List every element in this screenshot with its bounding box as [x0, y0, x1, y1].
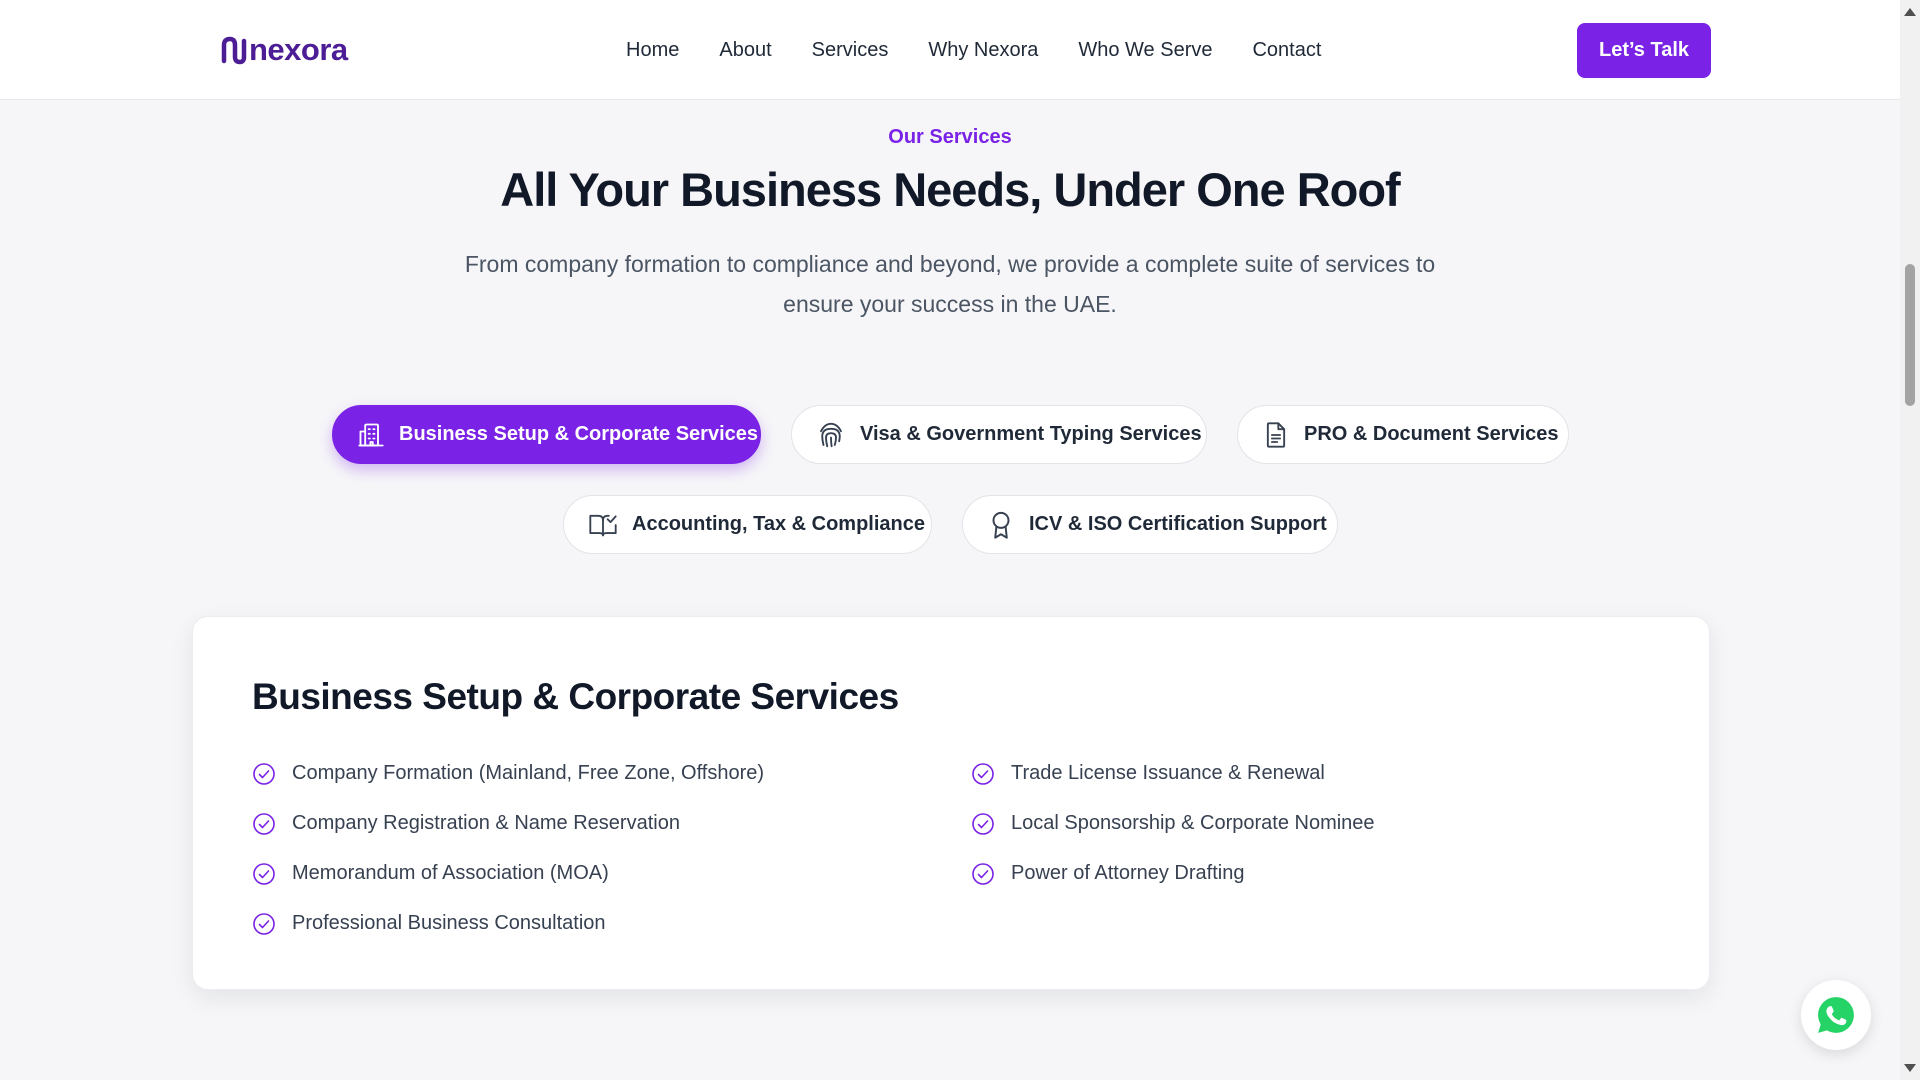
building-icon — [358, 423, 384, 446]
fingerprint-icon — [820, 422, 842, 447]
tab-label: Accounting, Tax & Compliance — [632, 513, 925, 535]
check-circle-icon — [253, 763, 275, 785]
nav-who-we-serve[interactable]: Who We Serve — [1078, 34, 1212, 66]
list-item: Company Formation (Mainland, Free Zone, … — [252, 748, 764, 798]
whatsapp-button[interactable] — [1801, 980, 1871, 1050]
section-title: All Your Business Needs, Under One Roof — [500, 163, 1400, 216]
list-item: Local Sponsorship & Corporate Nominee — [971, 798, 1375, 848]
nav-services[interactable]: Services — [812, 34, 889, 66]
award-icon — [992, 511, 1010, 539]
check-circle-icon — [972, 813, 994, 835]
scroll-down-arrow-icon[interactable] — [1904, 1064, 1916, 1072]
tab-accounting-tax[interactable]: Accounting, Tax & Compliance — [563, 495, 932, 554]
service-list-right: Trade License Issuance & Renewal Local S… — [971, 748, 1375, 898]
scrollbar-thumb[interactable] — [1905, 264, 1915, 406]
tab-label: Business Setup & Corporate Services — [399, 423, 759, 445]
tab-visa-government[interactable]: Visa & Government Typing Services — [791, 405, 1207, 464]
check-circle-icon — [972, 863, 994, 885]
book-check-icon — [589, 514, 617, 536]
check-circle-icon — [253, 813, 275, 835]
service-list-left: Company Formation (Mainland, Free Zone, … — [252, 748, 764, 948]
lets-talk-button[interactable]: Let’s Talk — [1577, 23, 1711, 78]
vertical-scrollbar[interactable] — [1900, 0, 1920, 1080]
tab-label: PRO & Document Services — [1304, 423, 1559, 445]
nexora-logo-mark-icon — [221, 36, 247, 65]
list-item: Memorandum of Association (MOA) — [252, 848, 764, 898]
list-item-text: Professional Business Consultation — [292, 911, 606, 934]
site-header: nexora Home About Services Why Nexora Wh… — [0, 0, 1900, 100]
section-subtitle: From company formation to compliance and… — [464, 251, 1436, 317]
nav-home[interactable]: Home — [626, 34, 679, 66]
document-icon — [1266, 421, 1286, 448]
tab-business-setup[interactable]: Business Setup & Corporate Services — [332, 405, 761, 464]
check-circle-icon — [253, 913, 275, 935]
tab-pro-document[interactable]: PRO & Document Services — [1237, 405, 1569, 464]
section-eyebrow: Our Services — [888, 126, 1012, 148]
list-item-text: Company Formation (Mainland, Free Zone, … — [292, 761, 765, 784]
nav-why-nexora[interactable]: Why Nexora — [928, 34, 1038, 66]
scroll-up-arrow-icon[interactable] — [1904, 8, 1916, 16]
list-item: Trade License Issuance & Renewal — [971, 748, 1375, 798]
logo-text: nexora — [249, 32, 348, 67]
tab-label: Visa & Government Typing Services — [860, 423, 1202, 445]
nav-contact[interactable]: Contact — [1252, 34, 1321, 66]
list-item: Professional Business Consultation — [252, 898, 764, 948]
tab-icv-iso[interactable]: ICV & ISO Certification Support — [962, 495, 1338, 554]
list-item-text: Company Registration & Name Reservation — [292, 811, 680, 834]
nav-about[interactable]: About — [719, 34, 771, 66]
tab-label: ICV & ISO Certification Support — [1029, 513, 1327, 535]
list-item-text: Local Sponsorship & Corporate Nominee — [1011, 811, 1375, 834]
check-circle-icon — [972, 763, 994, 785]
list-item: Company Registration & Name Reservation — [252, 798, 764, 848]
whatsapp-icon — [1818, 997, 1854, 1033]
panel-title: Business Setup & Corporate Services — [252, 676, 899, 717]
service-panel: Business Setup & Corporate Services Comp… — [192, 616, 1710, 990]
list-item-text: Trade License Issuance & Renewal — [1011, 761, 1325, 784]
list-item-text: Memorandum of Association (MOA) — [292, 861, 609, 884]
main-nav: Home About Services Why Nexora Who We Se… — [626, 34, 1321, 66]
check-circle-icon — [253, 863, 275, 885]
list-item: Power of Attorney Drafting — [971, 848, 1375, 898]
list-item-text: Power of Attorney Drafting — [1011, 861, 1245, 884]
logo[interactable]: nexora — [221, 32, 348, 68]
